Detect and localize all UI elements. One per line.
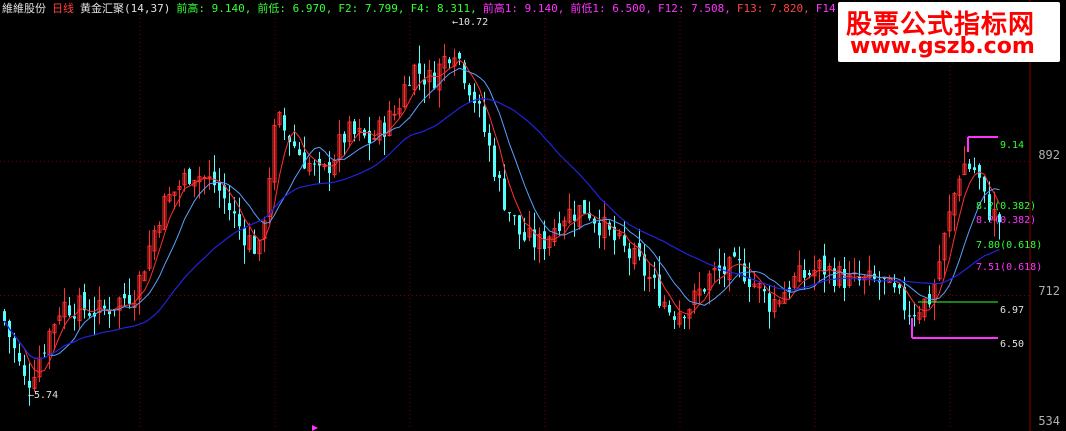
site-watermark: 股票公式指标网 www.gszb.com — [838, 2, 1060, 62]
candles-group — [3, 43, 1001, 406]
level-label-6-50: 6.50 — [1000, 339, 1025, 350]
moving-averages-group — [3, 59, 1000, 373]
high-price-marker: ←10.72 — [452, 17, 489, 28]
y-axis-label-892: 892 — [1038, 148, 1060, 162]
indicator-header: 維維股份 日线 黄金汇聚(14,37) 前高: 9.140, 前低: 6.970, F2:… — [2, 2, 926, 15]
indicator-value-3: F4: 8.311, — [410, 2, 477, 15]
watermark-url: www.gszb.com — [850, 34, 1035, 59]
stock-name: 維維股份 — [2, 2, 46, 15]
indicator-value-6: F12: 7.508, — [658, 2, 731, 15]
level-label-0382-magenta: 8.?(0.382) — [976, 215, 1037, 226]
level-label-6-97: 6.97 — [1000, 305, 1025, 316]
period-label[interactable]: 日线 — [52, 2, 74, 15]
indicator-values: 前高: 9.140, 前低: 6.970, F2: 7.799, F4: 8.311,… — [176, 2, 920, 15]
y-axis-label-534: 534 — [1038, 414, 1060, 428]
level-label-0618-green: 7.80(0.618) — [976, 240, 1043, 251]
indicator-value-4: 前高1: 9.140, — [482, 2, 565, 15]
low-price-marker: ←5.74 — [28, 390, 59, 401]
level-label-9-14: 9.14 — [1000, 140, 1025, 151]
y-axis-label-712: 712 — [1038, 284, 1060, 298]
indicator-value-0: 前高: 9.140, — [176, 2, 252, 15]
indicator-value-2: F2: 7.799, — [338, 2, 405, 15]
indicator-name[interactable]: 黄金汇聚(14,37) — [80, 2, 170, 15]
candlestick-chart[interactable] — [0, 0, 1066, 431]
indicator-value-1: 前低: 6.970, — [257, 2, 333, 15]
indicator-value-5: 前低1: 6.500, — [570, 2, 653, 15]
level-label-0618-magenta: 7.51(0.618) — [976, 262, 1043, 273]
indicator-value-7: F13: 7.820, — [736, 2, 810, 15]
level-label-0382-green: 8.?(0.382) — [976, 201, 1037, 212]
